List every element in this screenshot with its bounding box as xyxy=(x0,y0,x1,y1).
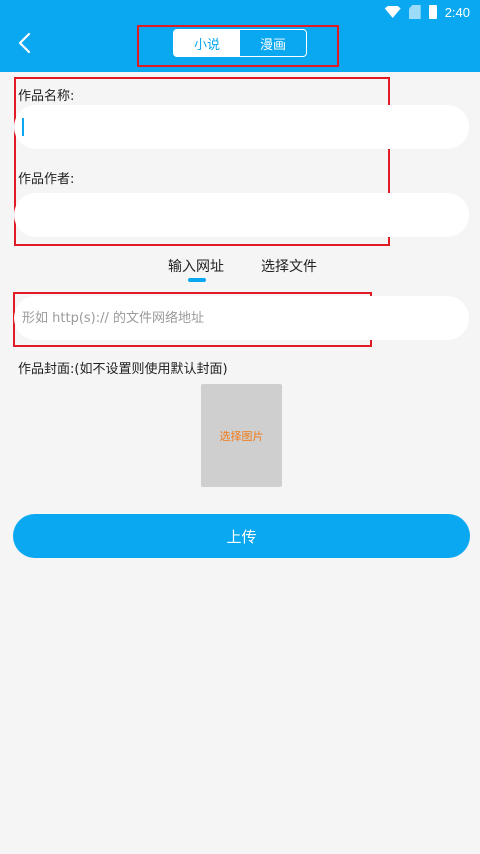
wifi-icon xyxy=(384,6,401,18)
sim-icon xyxy=(408,5,421,19)
select-image-label: 选择图片 xyxy=(219,429,264,443)
battery-icon xyxy=(428,5,437,19)
tab-input-url[interactable]: 输入网址 xyxy=(168,256,224,276)
name-label: 作品名称: xyxy=(18,89,75,104)
text-caret xyxy=(22,118,24,136)
author-field[interactable] xyxy=(14,193,469,237)
highlight-box-toggle xyxy=(137,25,339,67)
name-field[interactable] xyxy=(14,105,469,149)
source-tabs: 输入网址 选择文件 xyxy=(0,256,480,286)
upload-button[interactable]: 上传 xyxy=(13,514,470,558)
upload-label: 上传 xyxy=(226,527,257,546)
back-button[interactable] xyxy=(12,30,36,56)
url-input[interactable] xyxy=(14,296,469,340)
author-label: 作品作者: xyxy=(18,172,75,187)
active-tab-indicator xyxy=(188,278,206,282)
status-bar: 2:40 xyxy=(0,0,480,24)
chevron-left-icon xyxy=(18,32,31,54)
status-time: 2:40 xyxy=(444,4,470,20)
cover-label: 作品封面:(如不设置则使用默认封面) xyxy=(18,362,228,377)
tab-select-file[interactable]: 选择文件 xyxy=(261,256,317,276)
select-image-button[interactable]: 选择图片 xyxy=(201,384,282,487)
